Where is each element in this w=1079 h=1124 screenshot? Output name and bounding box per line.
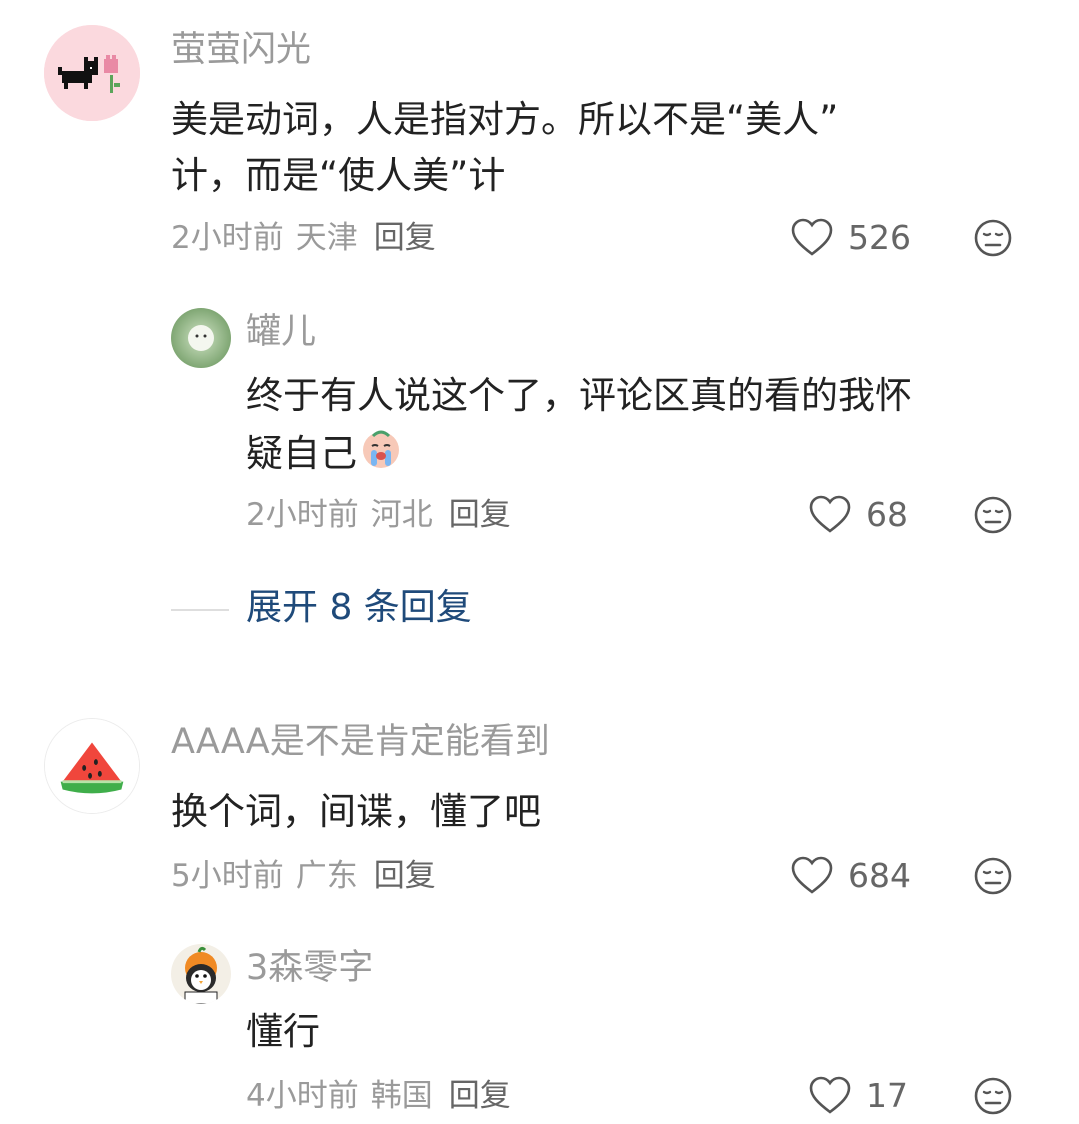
- like-count: 684: [848, 856, 911, 895]
- heart-icon: [791, 218, 833, 256]
- comment-text-line: 终于有人说这个了，评论区真的看的我怀: [246, 374, 912, 417]
- reply-button[interactable]: 回复: [374, 856, 436, 896]
- comment-text: 换个词，间谍，懂了吧: [171, 784, 971, 840]
- username[interactable]: 罐儿: [246, 310, 316, 354]
- timestamp: 2小时前: [246, 497, 359, 533]
- username[interactable]: 3森零字: [246, 946, 373, 990]
- comment-text-line: 疑自己: [246, 424, 1026, 482]
- comment-meta: 4小时前 韩国 回复: [246, 1076, 511, 1116]
- heart-icon: [791, 856, 833, 894]
- like-button[interactable]: 68: [808, 495, 908, 535]
- username[interactable]: AAAA是不是肯定能看到: [171, 720, 550, 764]
- dislike-face-icon[interactable]: [973, 1076, 1013, 1116]
- like-button[interactable]: 17: [808, 1076, 908, 1116]
- comment-text-line: 懂行: [246, 1010, 320, 1053]
- comment-meta: 2小时前 天津 回复: [171, 218, 436, 258]
- dislike-face-icon[interactable]: [973, 218, 1013, 258]
- location: 河北: [370, 497, 433, 533]
- like-count: 68: [866, 495, 908, 534]
- comment-text-line: 计，而是“使人美”计: [171, 154, 506, 197]
- watermelon-avatar-icon: [45, 719, 139, 813]
- avatar[interactable]: [44, 25, 140, 121]
- location: 韩国: [370, 1078, 433, 1114]
- comment-text-line: 换个词，间谍，懂了吧: [171, 790, 541, 833]
- expand-divider: [171, 609, 229, 611]
- like-count: 526: [848, 218, 911, 257]
- comment-text-segment: 疑自己: [246, 432, 357, 475]
- avatar[interactable]: [171, 944, 231, 1004]
- comment-meta: 5小时前 广东 回复: [171, 856, 436, 896]
- crying-sticker-icon: [363, 430, 399, 468]
- heart-icon: [809, 495, 851, 533]
- comment-text: 美是动词，人是指对方。所以不是“美人” 计，而是“使人美”计: [171, 92, 971, 204]
- comment-text: 懂行: [246, 1004, 1046, 1060]
- username[interactable]: 萤萤闪光: [171, 28, 311, 72]
- comment-meta: 2小时前 河北 回复: [246, 495, 511, 535]
- avatar[interactable]: [44, 718, 140, 814]
- dislike-face-icon[interactable]: [973, 495, 1013, 535]
- reply-button[interactable]: 回复: [449, 495, 511, 535]
- avatar[interactable]: [171, 308, 231, 368]
- comment-text-line: 美是动词，人是指对方。所以不是“美人”: [171, 98, 839, 141]
- location: 广东: [295, 858, 358, 894]
- reply-button[interactable]: 回复: [374, 218, 436, 258]
- comment-text: 终于有人说这个了，评论区真的看的我怀 疑自己: [246, 368, 1026, 482]
- like-button[interactable]: 526: [790, 218, 911, 258]
- penguin-avatar-icon: [171, 944, 231, 1004]
- location: 天津: [295, 220, 358, 256]
- timestamp: 5小时前: [171, 858, 284, 894]
- heart-icon: [809, 1076, 851, 1114]
- timestamp: 2小时前: [171, 220, 284, 256]
- timestamp: 4小时前: [246, 1078, 359, 1114]
- cat-flower-avatar-icon: [44, 25, 140, 121]
- expand-replies-button[interactable]: 展开 8 条回复: [246, 585, 472, 631]
- like-count: 17: [866, 1076, 908, 1115]
- like-button[interactable]: 684: [790, 856, 911, 896]
- dislike-face-icon[interactable]: [973, 856, 1013, 896]
- reply-button[interactable]: 回复: [449, 1076, 511, 1116]
- dandelion-avatar-icon: [171, 308, 231, 368]
